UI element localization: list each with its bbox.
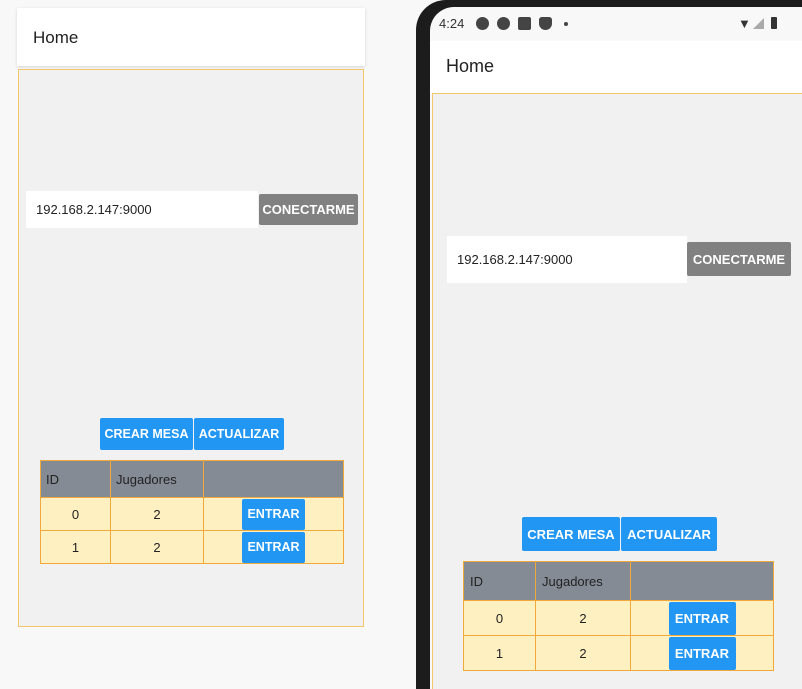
row-players: 2 <box>110 530 204 564</box>
column-header-players: Jugadores <box>535 561 631 601</box>
gear-icon <box>476 17 489 30</box>
app-content: CONECTARME CREAR MESA ACTUALIZAR ID Juga… <box>432 93 802 689</box>
table-row: 0 2 ENTRAR <box>40 497 344 531</box>
table-row: 1 2 ENTRAR <box>463 635 774 671</box>
phone-screen: 4:24 ▼ Home CONECTARME CREAR MESA ACTUAL… <box>430 7 802 689</box>
row-action-cell: ENTRAR <box>630 600 774 636</box>
enter-button[interactable]: ENTRAR <box>668 636 736 670</box>
browser-header: Home <box>17 8 365 66</box>
connect-button[interactable]: CONECTARME <box>687 242 791 276</box>
create-table-button[interactable]: CREAR MESA <box>100 418 193 450</box>
page-title: Home <box>33 28 79 47</box>
shield-icon <box>539 17 552 30</box>
column-header-id: ID <box>463 561 536 601</box>
battery-icon <box>771 17 777 29</box>
server-address-input[interactable] <box>26 191 258 228</box>
row-id: 0 <box>463 600 536 636</box>
column-header-action <box>203 460 344 498</box>
enter-button[interactable]: ENTRAR <box>242 498 305 530</box>
enter-button[interactable]: ENTRAR <box>242 531 305 563</box>
row-players: 2 <box>535 635 631 671</box>
enter-button[interactable]: ENTRAR <box>668 601 736 635</box>
row-id: 0 <box>40 497 111 531</box>
signal-icon <box>753 18 764 29</box>
column-header-id: ID <box>40 460 111 498</box>
status-time: 4:24 <box>439 16 465 31</box>
refresh-button[interactable]: ACTUALIZAR <box>621 517 717 551</box>
row-id: 1 <box>463 635 536 671</box>
row-id: 1 <box>40 530 111 564</box>
row-action-cell: ENTRAR <box>630 635 774 671</box>
browser-content: CONECTARME CREAR MESA ACTUALIZAR ID Juga… <box>18 69 364 627</box>
refresh-button[interactable]: ACTUALIZAR <box>194 418 284 450</box>
tables-list: ID Jugadores 0 2 ENTRAR 1 2 ENTRAR <box>463 561 774 671</box>
row-action-cell: ENTRAR <box>203 497 344 531</box>
a-icon <box>497 17 510 30</box>
tables-list: ID Jugadores 0 2 ENTRAR 1 2 ENTRAR <box>40 460 344 564</box>
dot-icon <box>564 22 568 26</box>
app-header: Home <box>430 41 802 93</box>
status-bar: 4:24 ▼ <box>430 7 802 41</box>
table-header-row: ID Jugadores <box>40 460 344 498</box>
wifi-icon: ▼ <box>738 16 751 31</box>
column-header-action <box>630 561 774 601</box>
table-header-row: ID Jugadores <box>463 561 774 601</box>
row-players: 2 <box>110 497 204 531</box>
row-players: 2 <box>535 600 631 636</box>
server-address-input[interactable] <box>447 236 687 283</box>
table-row: 0 2 ENTRAR <box>463 600 774 636</box>
page-title: Home <box>446 56 495 76</box>
a-outline-icon <box>518 17 531 30</box>
create-table-button[interactable]: CREAR MESA <box>522 517 620 551</box>
row-action-cell: ENTRAR <box>203 530 344 564</box>
connect-button[interactable]: CONECTARME <box>259 194 358 225</box>
table-row: 1 2 ENTRAR <box>40 530 344 564</box>
column-header-players: Jugadores <box>110 460 204 498</box>
